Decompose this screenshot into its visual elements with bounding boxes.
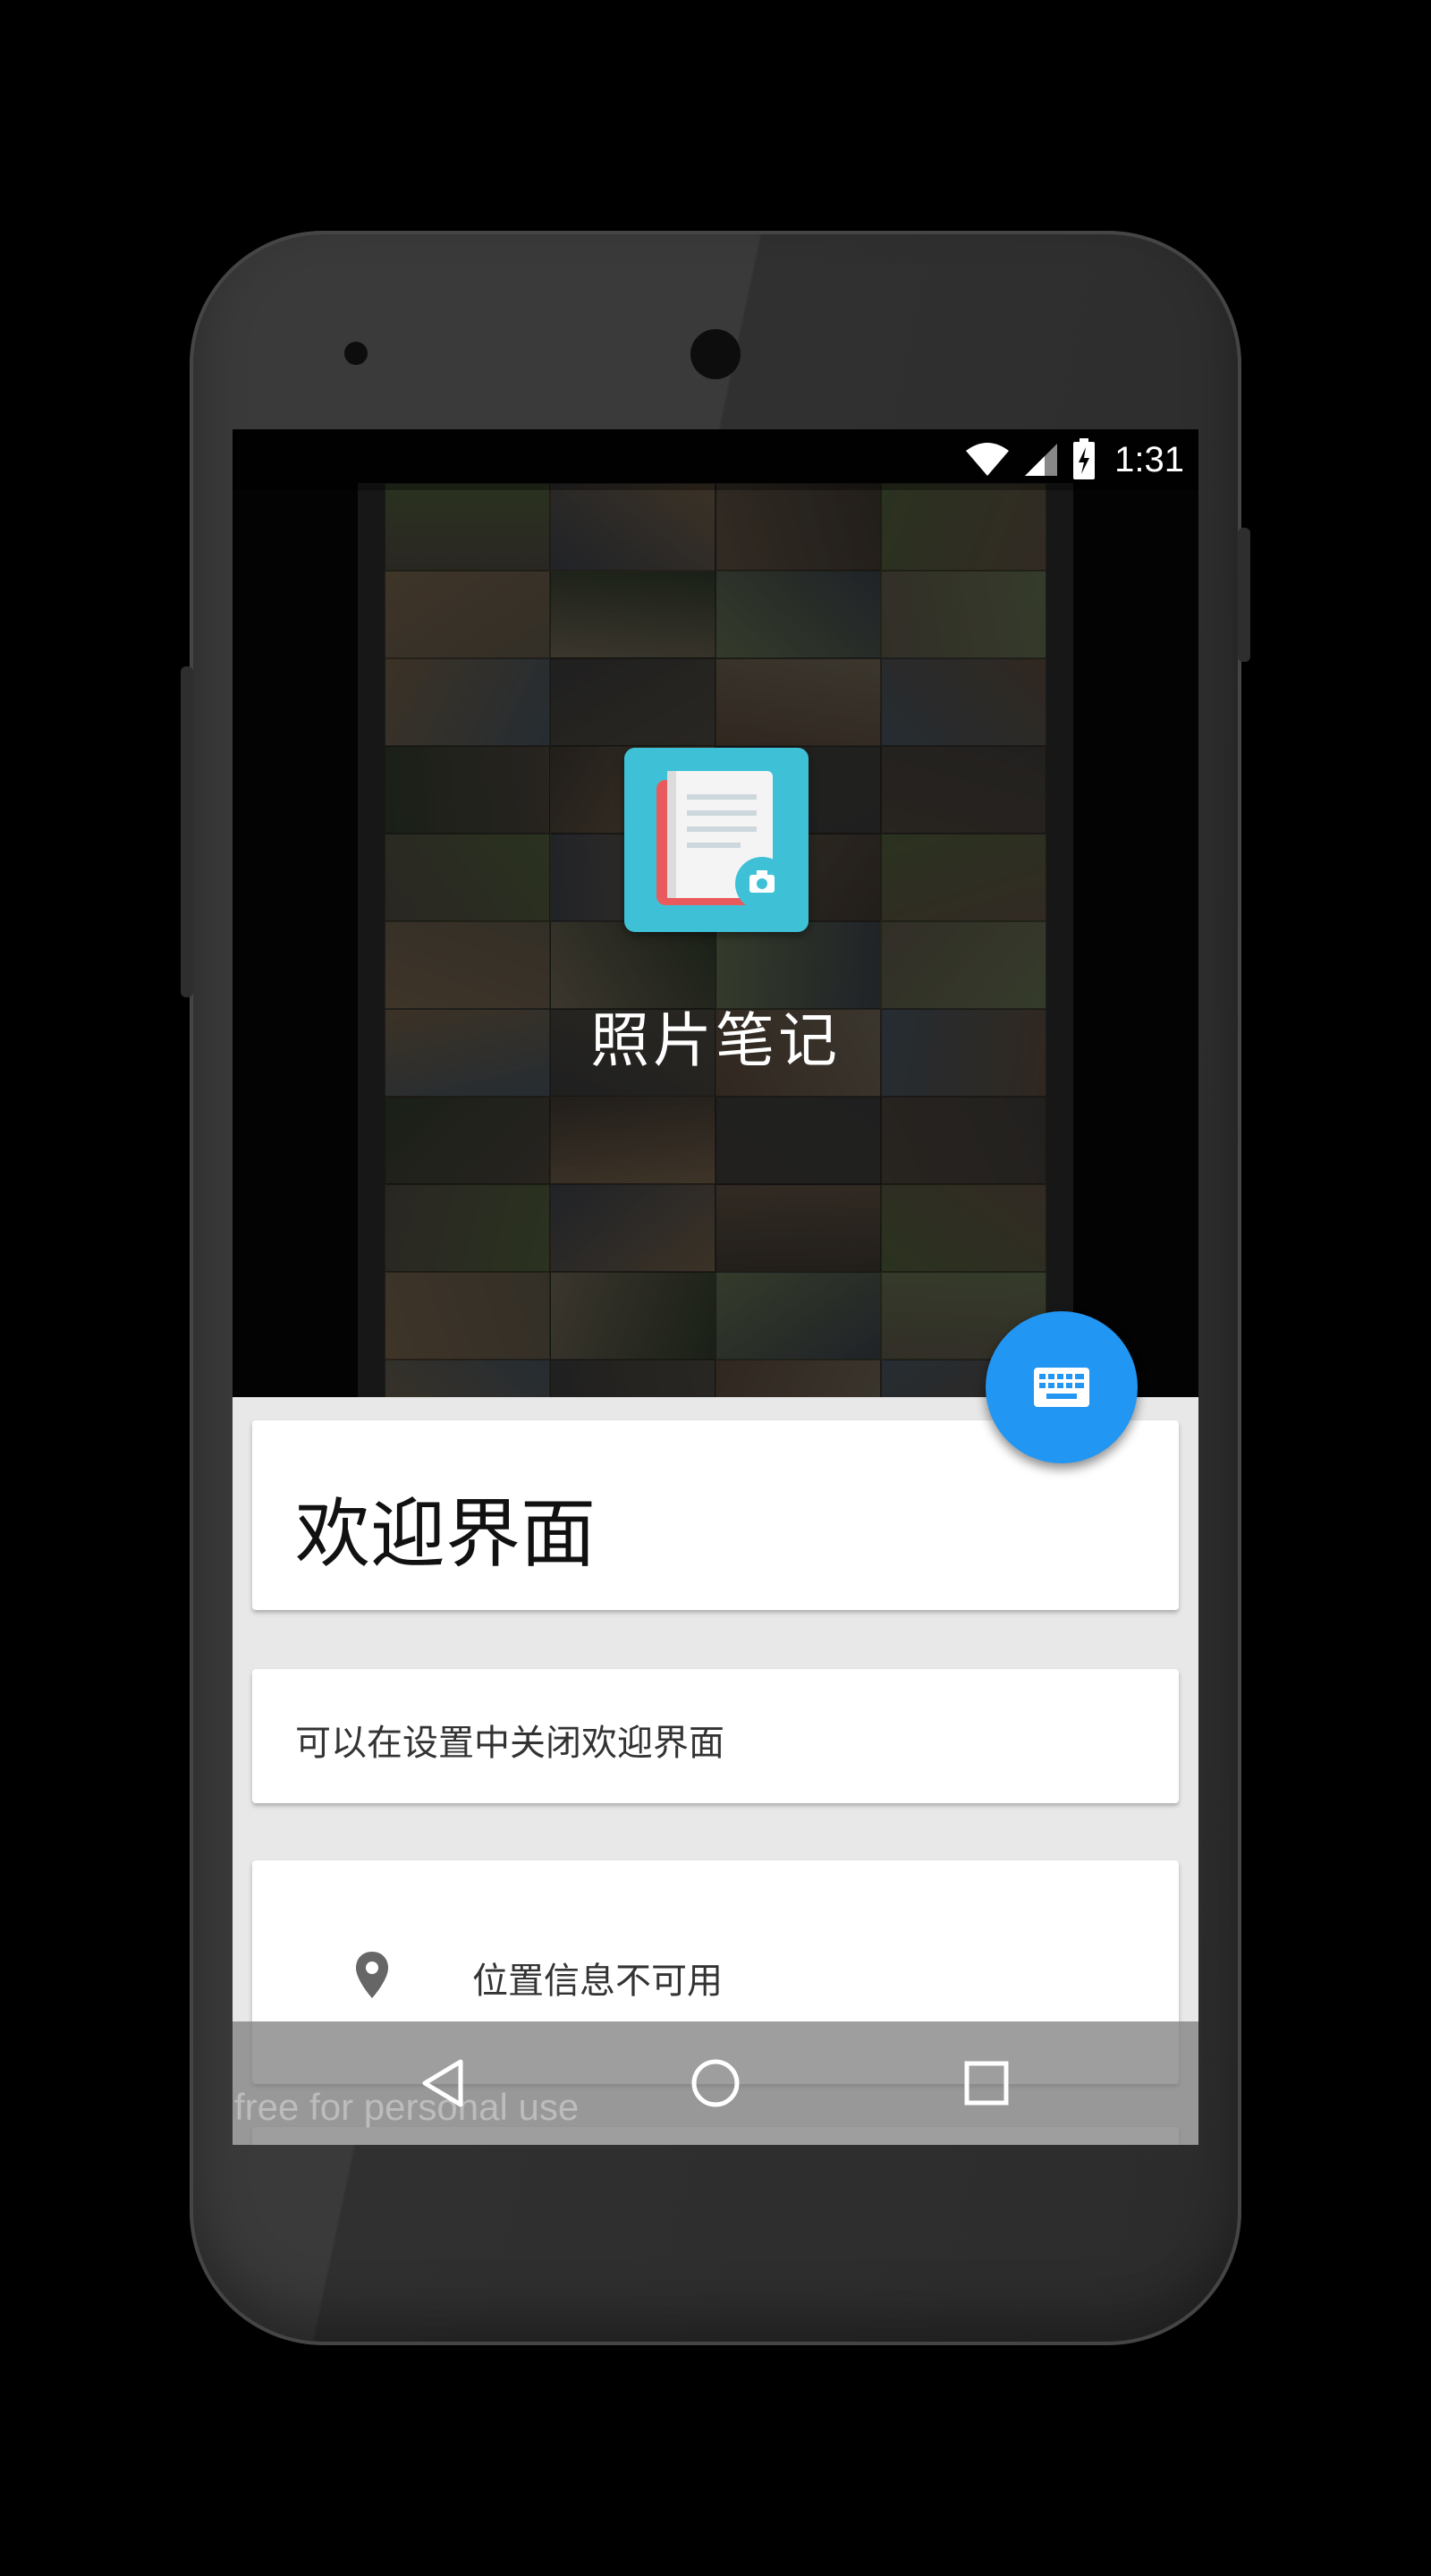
- proximity-sensor: [344, 342, 368, 365]
- cellular-signal-icon: [1025, 444, 1058, 476]
- location-text: 位置信息不可用: [472, 1961, 723, 2002]
- photo-note-app-icon: [624, 748, 809, 932]
- location-pin-icon: [356, 1952, 388, 1998]
- watermark-text: free for personal use: [234, 2086, 580, 2128]
- keyboard-icon: [1034, 1368, 1089, 1407]
- welcome-title: 欢迎界面: [295, 1490, 597, 1578]
- phone-side-button-right: [1238, 528, 1250, 662]
- status-time: 1:31: [1114, 439, 1184, 479]
- front-camera: [690, 329, 741, 379]
- splash-hero: 1:31 照片笔记: [233, 429, 1198, 1397]
- keyboard-fab[interactable]: [986, 1311, 1138, 1463]
- phone-screen: 1:31 照片笔记 欢迎界面 可以在设置中关闭欢迎界面 位置信息不可用 free…: [233, 429, 1198, 2145]
- welcome-hint-text: 可以在设置中关闭欢迎界面: [295, 1723, 724, 1764]
- phone-side-button-left: [181, 666, 193, 997]
- recents-button[interactable]: [955, 2052, 1018, 2114]
- home-icon: [691, 2059, 740, 2107]
- home-button[interactable]: [684, 2052, 747, 2114]
- welcome-hint-card: 可以在设置中关闭欢迎界面: [252, 1669, 1179, 1803]
- recents-icon: [964, 2061, 1009, 2106]
- app-name: 照片笔记: [590, 1006, 841, 1075]
- wifi-icon: [966, 443, 1010, 476]
- status-bar: 1:31: [233, 429, 1198, 490]
- battery-charging-icon: [1073, 438, 1096, 479]
